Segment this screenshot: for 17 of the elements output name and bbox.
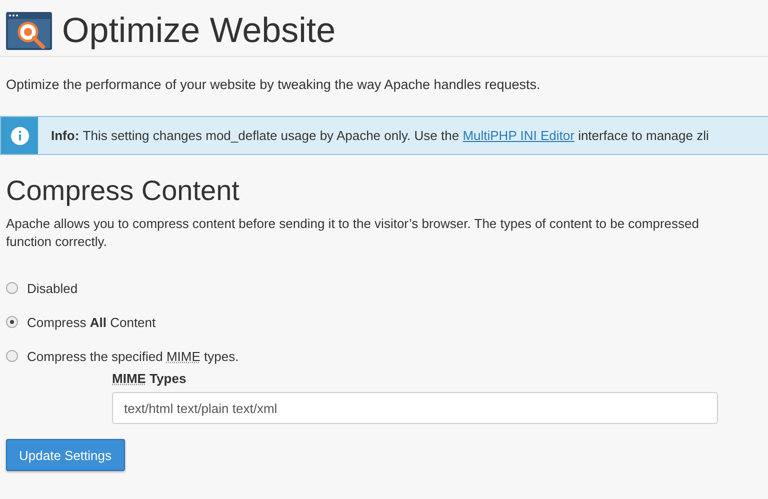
radio-button[interactable] bbox=[6, 350, 18, 362]
info-message: Info: This setting changes mod_deflate usage by Apache only. Use the MultiPHP INI Editor interface to manage zli bbox=[50, 127, 709, 145]
section-description: Apache allows you to compress content before sending it to the visitor’s browser. The types of content to be compressed function correctly. bbox=[6, 215, 700, 251]
website-search-icon bbox=[6, 12, 52, 50]
option-label: Compress the specified MIME types. bbox=[27, 348, 239, 364]
update-settings-button[interactable]: Update Settings bbox=[6, 439, 125, 471]
page-title: Optimize Website bbox=[62, 11, 336, 51]
field-label: MIME Types bbox=[112, 371, 188, 386]
option-label: Compress All Content bbox=[27, 314, 156, 330]
radio-button[interactable] bbox=[6, 282, 18, 294]
mime-types-field[interactable]: text/html text/plain text/xml bbox=[112, 392, 718, 424]
radio-button[interactable] bbox=[6, 316, 18, 328]
editor-link[interactable]: MultiPHP INI Editor bbox=[462, 128, 574, 143]
info-icon bbox=[10, 126, 28, 144]
page-description: Optimize the performance of your website by tweaking the way Apache handles requests. bbox=[6, 77, 542, 92]
section-title: Compress Content bbox=[6, 175, 240, 207]
option-label: Disabled bbox=[27, 280, 78, 296]
